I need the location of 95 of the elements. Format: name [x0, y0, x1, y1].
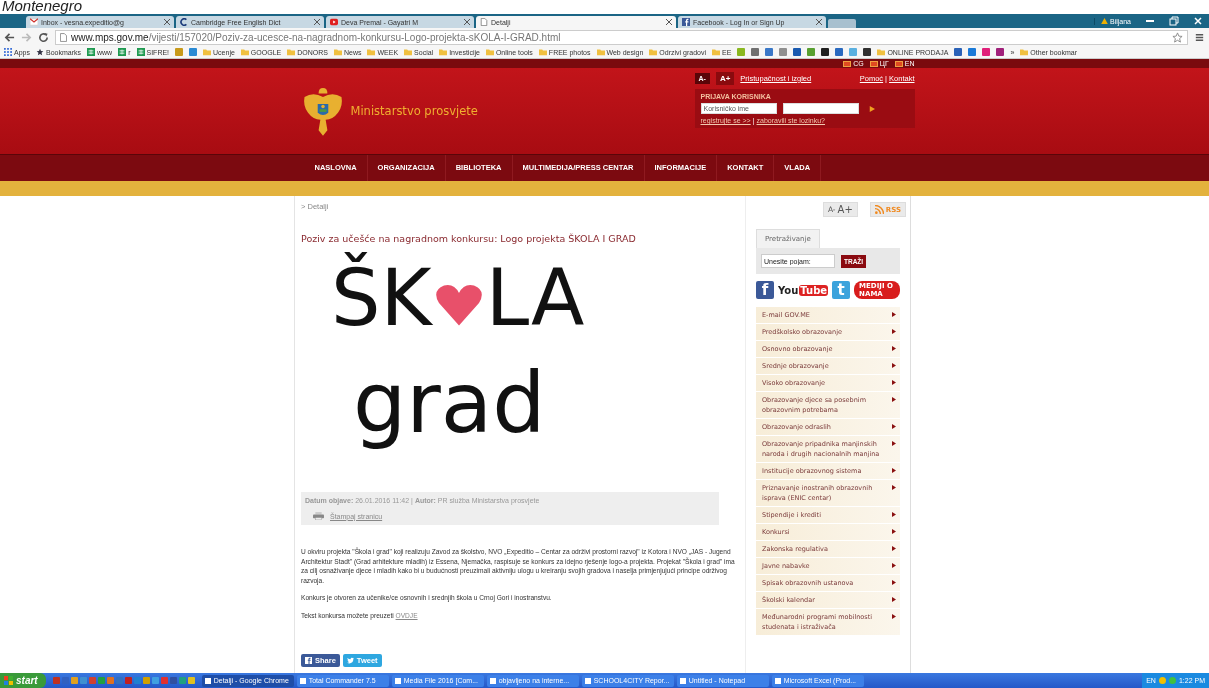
quick-launch-icon[interactable] — [178, 677, 186, 684]
warning-icon — [1101, 18, 1108, 24]
folder-icon — [439, 48, 448, 56]
flag-icon — [894, 60, 903, 67]
app-icon — [299, 677, 306, 684]
bookmark-icon[interactable] — [863, 48, 872, 56]
youtube-button[interactable]: You Tube — [778, 281, 829, 299]
c-logo-icon — [180, 18, 188, 26]
apps-grid-icon — [4, 48, 12, 56]
app-icon — [489, 677, 496, 684]
folder-icon — [287, 48, 296, 56]
arrow-icon — [892, 546, 896, 551]
arrow-icon — [892, 468, 896, 473]
arrow-icon — [892, 329, 896, 334]
app-icon — [584, 677, 591, 684]
app-icon — [774, 677, 781, 684]
quick-launch-icon[interactable] — [97, 677, 105, 684]
site-title: Ministarstvo prosvjete — [350, 104, 478, 118]
close-icon[interactable] — [464, 19, 470, 25]
facebook-icon — [305, 657, 312, 664]
arrow-icon — [892, 529, 896, 534]
folder-icon — [485, 48, 494, 56]
close-icon — [1193, 16, 1203, 26]
arrow-icon — [892, 363, 896, 368]
quick-launch-icon[interactable] — [169, 677, 177, 684]
reload-icon[interactable] — [38, 31, 49, 43]
star-icon — [35, 48, 44, 56]
folder-icon — [404, 48, 413, 56]
bookmark-icon[interactable] — [793, 48, 802, 56]
back-icon[interactable] — [4, 31, 15, 43]
close-icon[interactable] — [666, 19, 672, 25]
logo-text: grad — [353, 353, 547, 454]
flag-icon — [869, 60, 878, 67]
article-title: Poziv za učešće na nagradnom konkursu: Logo projekta ŠKOLA I GRAD — [301, 233, 637, 244]
close-icon[interactable] — [816, 19, 822, 25]
arrow-icon — [892, 512, 896, 517]
quick-launch-icon[interactable] — [79, 677, 87, 684]
bookmark-icon[interactable] — [821, 48, 830, 56]
arrow-icon — [892, 380, 896, 385]
forward-icon[interactable] — [21, 31, 32, 43]
page-icon — [480, 18, 488, 26]
app-icon — [679, 677, 686, 684]
logo-text: ŠK — [331, 251, 432, 345]
submit-arrow-icon[interactable] — [868, 105, 875, 112]
arrow-icon — [892, 441, 896, 446]
font-larger-button[interactable]: A+ — [715, 72, 735, 85]
bird-icon — [346, 657, 354, 664]
app-icon — [204, 677, 211, 684]
quick-launch-icon[interactable] — [106, 677, 114, 684]
mail-icon — [30, 18, 38, 26]
folder-icon — [649, 48, 658, 56]
password-field[interactable] — [782, 103, 859, 114]
bookmark-icon[interactable] — [996, 48, 1005, 56]
close-icon[interactable] — [314, 19, 320, 25]
arrow-icon — [892, 397, 896, 402]
folder-icon — [877, 48, 886, 56]
arrow-icon — [892, 563, 896, 568]
facebook-button[interactable]: f — [756, 281, 774, 299]
arrow-icon — [892, 614, 896, 619]
caption-text: Montenegro — [1, 0, 84, 14]
printer-icon — [313, 512, 324, 520]
flag-icon — [843, 60, 852, 67]
quick-launch-icon[interactable] — [187, 677, 195, 684]
arrow-icon — [892, 580, 896, 585]
folder-icon — [333, 48, 342, 56]
arrow-icon — [892, 485, 896, 490]
folder-icon — [538, 48, 547, 56]
heart-icon — [433, 282, 484, 328]
quick-launch-icon[interactable] — [151, 677, 159, 684]
bookmark-star-icon[interactable] — [1172, 31, 1183, 43]
arrow-icon — [892, 346, 896, 351]
arrow-icon — [892, 597, 896, 602]
arrow-icon — [892, 424, 896, 429]
folder-icon — [240, 48, 249, 56]
folder-icon — [712, 48, 721, 56]
restore-icon — [1169, 16, 1179, 26]
facebook-icon — [682, 18, 690, 26]
arrow-icon — [892, 312, 896, 317]
folder-icon — [1020, 48, 1029, 56]
page-icon — [60, 32, 67, 42]
start-button[interactable]: start — [0, 673, 46, 688]
quick-launch-icon[interactable] — [70, 677, 78, 684]
address-field[interactable]: www.mps.gov.me/vijesti/157020/Poziv-za-ucesce-na-nagradnom-konkursu-Logo-projekta-sKOLA-I-GRAD.html — [55, 29, 1188, 45]
quick-launch-icon[interactable] — [142, 677, 150, 684]
app-icon — [394, 677, 401, 684]
video-icon — [330, 18, 338, 26]
folder-icon — [367, 48, 376, 56]
rss-icon — [874, 205, 884, 214]
folder-icon — [596, 48, 605, 56]
close-icon[interactable] — [164, 19, 170, 25]
minimize-icon — [1146, 20, 1154, 22]
menu-icon[interactable] — [1194, 31, 1205, 43]
logo-text: LA — [485, 252, 585, 345]
windows-logo-icon — [4, 676, 13, 685]
folder-icon — [203, 48, 212, 56]
